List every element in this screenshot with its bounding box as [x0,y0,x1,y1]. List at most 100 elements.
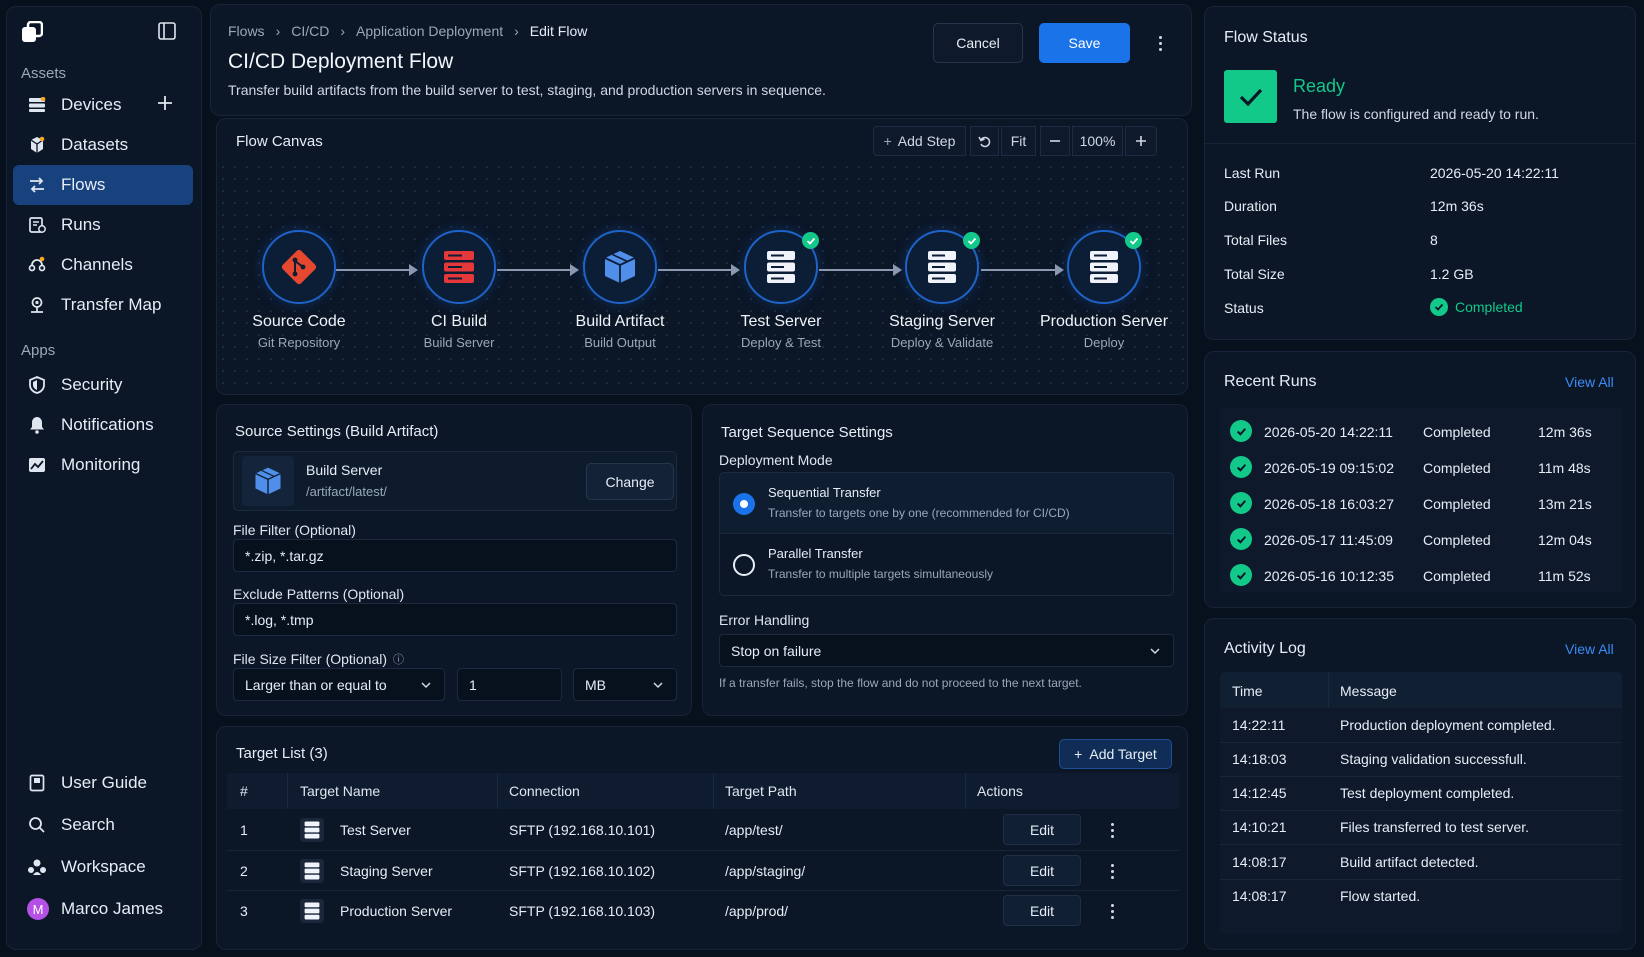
table-row[interactable]: 3 Production Server SFTP (192.168.10.103… [227,891,1179,931]
sidebar-item-security[interactable]: Security [13,365,193,405]
column-header: # [240,783,248,799]
breadcrumb-cicd[interactable]: CI/CD [291,23,329,39]
flow-state: Ready [1293,76,1346,96]
flow-status-panel: Flow Status Ready The flow is configured… [1204,6,1636,340]
sidebar-item-notifications[interactable]: Notifications [13,405,193,445]
target-path: /app/test/ [725,822,783,838]
sidebar-item-datasets[interactable]: Datasets [13,125,193,165]
add-step-label: Add Step [897,133,956,149]
undo-button[interactable] [970,126,999,156]
error-handling-select[interactable]: Stop on failure [719,634,1174,667]
page-description: Transfer build artifacts from the build … [228,82,826,98]
file-size-filter-label: File Size Filter (Optional) ⓘ [233,651,404,667]
sidebar-item-transfer-map[interactable]: Transfer Map [13,285,193,325]
save-button[interactable]: Save [1039,23,1130,63]
edit-button[interactable]: Edit [1003,855,1081,886]
add-device-icon[interactable] [157,95,173,111]
edit-button[interactable]: Edit [1003,895,1081,926]
run-row[interactable]: 2026-05-19 09:15:02 Completed 11m 48s [1220,450,1622,486]
node-subtitle: Deploy [1083,335,1125,350]
flow-node-ci-build[interactable]: CI Build Build Server [389,230,529,350]
node-subtitle: Deploy & Validate [890,335,994,350]
source-settings-title: Source Settings (Build Artifact) [235,423,439,440]
app-logo[interactable] [21,20,44,43]
source-server-card: Build Server /artifact/latest/ Change [233,451,677,511]
breadcrumb-current: Edit Flow [529,23,588,39]
run-time: 2026-05-19 09:15:02 [1264,460,1394,476]
breadcrumb-application-deployment[interactable]: Application Deployment [356,23,503,39]
run-duration: 11m 48s [1538,460,1591,476]
success-check-icon [1230,456,1252,478]
sidebar-item-monitoring[interactable]: Monitoring [13,445,193,485]
target-settings-title: Target Sequence Settings [721,424,893,441]
sidebar-item-flows[interactable]: Flows [13,165,193,205]
cancel-button[interactable]: Cancel [933,23,1023,63]
table-row[interactable]: 2 Staging Server SFTP (192.168.10.102) /… [227,851,1179,891]
bell-icon [27,415,47,435]
book-icon [27,773,47,793]
log-time: 14:22:11 [1232,717,1286,733]
sidebar-item-runs[interactable]: Runs [13,205,193,245]
sequential-desc: Transfer to targets one by one (recommen… [768,506,1070,520]
zoom-in-button[interactable] [1125,126,1157,156]
sidebar-toggle-icon[interactable] [158,22,176,40]
size-value-input[interactable]: 1 [457,668,562,701]
activity-log-view-all-link[interactable]: View All [1565,641,1614,657]
sidebar-item-channels[interactable]: Channels [13,245,193,285]
file-filter-input[interactable]: *.zip, *.tar.gz [233,539,677,572]
success-check-icon [802,232,819,249]
row-more-icon[interactable] [1109,904,1115,919]
run-status: Completed [1423,532,1491,548]
run-status: Completed [1423,424,1491,440]
fit-button[interactable]: Fit [1001,126,1036,156]
breadcrumb: Flows › CI/CD › Application Deployment ›… [228,23,587,39]
sidebar: Assets Devices Datasets Flows Runs Chann… [6,6,202,950]
recent-runs-view-all-link[interactable]: View All [1565,374,1614,390]
change-source-button[interactable]: Change [586,463,674,500]
breadcrumb-flows[interactable]: Flows [228,23,265,39]
sidebar-item-user-guide[interactable]: User Guide [13,763,193,803]
target-table: # Target Name Connection Target Path Act… [227,773,1179,935]
target-connection: SFTP (192.168.10.101) [509,822,656,838]
add-step-button[interactable]: + Add Step [873,126,966,156]
sidebar-item-workspace[interactable]: Workspace [13,847,193,887]
user-profile[interactable]: M Marco James [13,889,193,929]
table-row[interactable]: 1 Test Server SFTP (192.168.10.101) /app… [227,809,1179,851]
node-title: Production Server [1039,313,1169,330]
flow-node-test-server[interactable]: Test Server Deploy & Test [711,230,851,350]
target-list-panel: Target List (3) + Add Target # Target Na… [216,726,1188,950]
error-handling-help: If a transfer fails, stop the flow and d… [719,676,1082,690]
sidebar-item-label: Monitoring [61,455,141,474]
flow-node-build-artifact[interactable]: Build Artifact Build Output [550,230,690,350]
detail-label: Total Files [1224,232,1288,248]
flow-node-source-code[interactable]: Source Code Git Repository [229,230,369,350]
flow-node-staging-server[interactable]: Staging Server Deploy & Validate [872,230,1012,350]
more-options-icon[interactable] [1157,36,1163,51]
add-target-button[interactable]: + Add Target [1059,739,1172,769]
row-more-icon[interactable] [1109,823,1115,838]
flow-node-production-server[interactable]: Production Server Deploy [1034,230,1174,350]
exclude-patterns-input[interactable]: *.log, *.tmp [233,603,677,636]
log-message: Flow started. [1340,888,1421,904]
parallel-transfer-option[interactable]: Parallel Transfer Transfer to multiple t… [719,534,1174,596]
minus-icon [1050,140,1060,142]
size-condition-select[interactable]: Larger than or equal to [233,668,445,701]
run-row[interactable]: 2026-05-17 11:45:09 Completed 12m 04s [1220,522,1622,558]
sidebar-item-search[interactable]: Search [13,805,193,845]
run-row[interactable]: 2026-05-16 10:12:35 Completed 11m 52s [1220,558,1622,594]
sidebar-item-label: Runs [61,215,101,234]
edit-button[interactable]: Edit [1003,814,1081,845]
info-icon[interactable]: ⓘ [393,651,404,667]
run-duration: 12m 04s [1538,532,1592,548]
add-target-label: Add Target [1089,746,1157,762]
run-row[interactable]: 2026-05-20 14:22:11 Completed 12m 36s [1220,414,1622,450]
node-subtitle: Build Server [423,335,495,350]
row-more-icon[interactable] [1109,864,1115,879]
sequential-transfer-option[interactable]: Sequential Transfer Transfer to targets … [719,472,1174,534]
run-row[interactable]: 2026-05-18 16:03:27 Completed 13m 21s [1220,486,1622,522]
size-unit-select[interactable]: MB [573,668,677,701]
breadcrumb-separator-icon: › [514,23,519,39]
detail-value: 12m 36s [1430,198,1484,214]
flow-state-desc: The flow is configured and ready to run. [1293,106,1539,122]
zoom-out-button[interactable] [1040,126,1070,156]
